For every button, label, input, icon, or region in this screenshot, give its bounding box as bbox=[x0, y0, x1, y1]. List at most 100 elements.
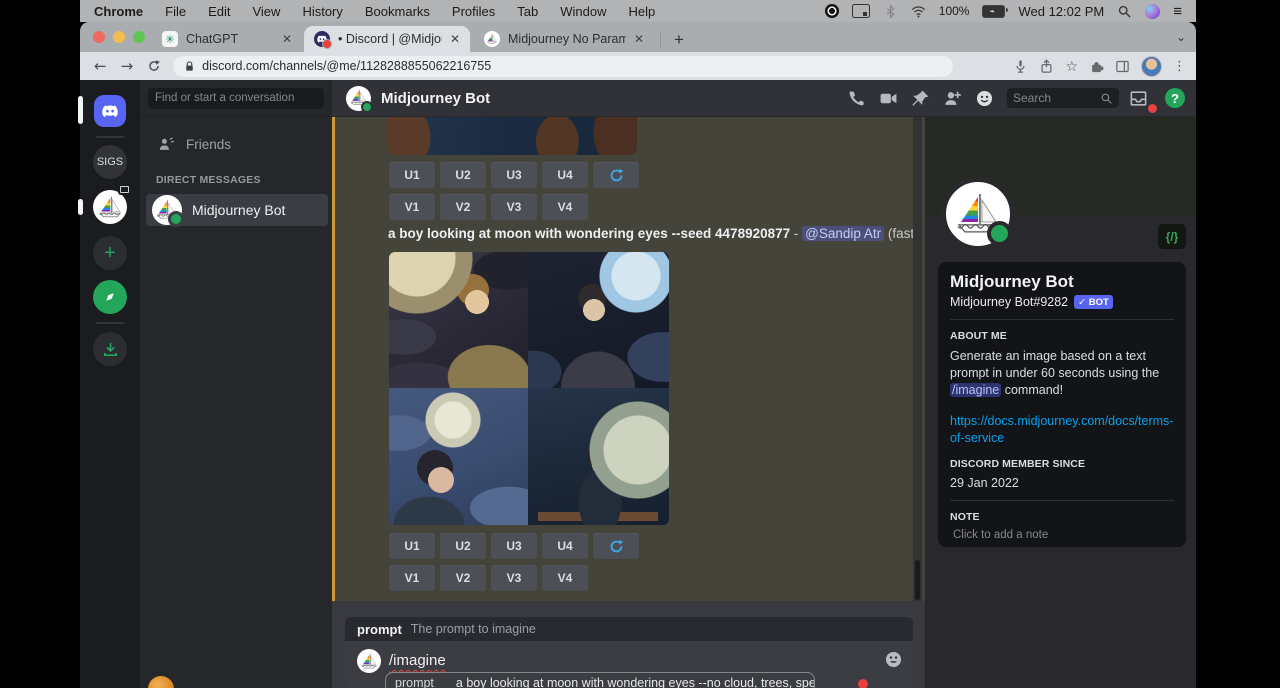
chat-scrollbar-thumb[interactable] bbox=[915, 560, 920, 600]
menu-item-view[interactable]: View bbox=[252, 4, 280, 19]
dm-item-midjourney-bot[interactable]: Midjourney Bot bbox=[146, 194, 328, 226]
generated-image-partial[interactable] bbox=[388, 117, 637, 155]
video-call-button[interactable] bbox=[879, 89, 898, 108]
control-center-icon[interactable]: ≡ bbox=[1173, 4, 1182, 19]
reload-button[interactable] bbox=[147, 59, 161, 73]
upscale-button-u4[interactable]: U4 bbox=[542, 162, 588, 188]
window-zoom-button[interactable] bbox=[133, 31, 145, 43]
rail-midjourney-avatar[interactable] bbox=[93, 190, 127, 224]
note-input[interactable]: Click to add a note bbox=[953, 529, 1174, 541]
tab-chatgpt[interactable]: ✳ ChatGPT ✕ bbox=[152, 26, 302, 52]
upscale-button-u2[interactable]: U2 bbox=[440, 533, 486, 559]
generated-image-grid[interactable] bbox=[389, 252, 669, 525]
variation-button-v1[interactable]: V1 bbox=[389, 194, 435, 220]
rerun-button[interactable] bbox=[593, 162, 639, 188]
tab-close-icon[interactable]: ✕ bbox=[282, 32, 292, 46]
chat-scrollbar-track[interactable] bbox=[913, 117, 922, 601]
menu-item-edit[interactable]: Edit bbox=[208, 4, 230, 19]
window-minimize-button[interactable] bbox=[113, 31, 125, 43]
download-apps-button[interactable] bbox=[93, 332, 127, 366]
supports-commands-badge[interactable]: {/} bbox=[1158, 224, 1186, 249]
forward-button[interactable]: → bbox=[121, 57, 134, 75]
prompt-option-input[interactable]: prompt a boy looking at moon with wonder… bbox=[385, 672, 815, 688]
bluetooth-icon[interactable] bbox=[883, 4, 898, 19]
window-close-button[interactable] bbox=[93, 31, 105, 43]
menu-item-profiles[interactable]: Profiles bbox=[452, 4, 495, 19]
variation-button-v2[interactable]: V2 bbox=[440, 565, 486, 591]
dm-sidebar: Find or start a conversation Friends DIR… bbox=[140, 80, 332, 688]
extensions-puzzle-icon[interactable] bbox=[1089, 59, 1104, 74]
profile-username: Midjourney Bot#9282 bbox=[950, 295, 1068, 309]
conversation-search-input[interactable]: Find or start a conversation bbox=[148, 88, 324, 109]
grid-image-1[interactable] bbox=[389, 252, 528, 388]
plus-icon: + bbox=[104, 242, 116, 265]
back-button[interactable]: ← bbox=[94, 57, 107, 75]
user-profile-toggle-button[interactable] bbox=[975, 89, 994, 108]
grid-image-4[interactable] bbox=[528, 388, 669, 525]
mic-icon[interactable] bbox=[1013, 59, 1028, 74]
imagine-command-chip[interactable]: /imagine bbox=[950, 383, 1001, 397]
variation-button-v1[interactable]: V1 bbox=[389, 565, 435, 591]
grid-image-3[interactable] bbox=[389, 388, 528, 525]
server-icon-sigs[interactable]: SIGS bbox=[93, 145, 127, 179]
variation-button-v4[interactable]: V4 bbox=[542, 194, 588, 220]
terms-of-service-link[interactable]: https://docs.midjourney.com/docs/terms-o… bbox=[950, 413, 1174, 447]
menu-item-bookmarks[interactable]: Bookmarks bbox=[365, 4, 430, 19]
help-button[interactable]: ? bbox=[1165, 88, 1185, 108]
online-status-dot bbox=[987, 221, 1012, 246]
user-mention[interactable]: @Sandip Atr bbox=[802, 226, 884, 241]
user-profile-icon bbox=[975, 89, 994, 108]
dm-unread-pill bbox=[78, 199, 83, 215]
sidebar-item-friends[interactable]: Friends bbox=[148, 130, 324, 158]
rerun-button[interactable] bbox=[593, 533, 639, 559]
tab-close-icon[interactable]: ✕ bbox=[634, 32, 644, 46]
url-field[interactable]: discord.com/channels/@me/112828885506221… bbox=[173, 56, 953, 77]
add-server-button[interactable]: + bbox=[93, 236, 127, 270]
upscale-button-u4[interactable]: U4 bbox=[542, 533, 588, 559]
variation-button-v3[interactable]: V3 bbox=[491, 194, 537, 220]
variation-button-v2[interactable]: V2 bbox=[440, 194, 486, 220]
menu-item-file[interactable]: File bbox=[165, 4, 186, 19]
browser-profile-avatar[interactable] bbox=[1141, 56, 1162, 77]
tab-close-icon[interactable]: ✕ bbox=[450, 32, 460, 46]
header-search-box[interactable]: Search bbox=[1007, 88, 1119, 108]
upscale-button-u3[interactable]: U3 bbox=[491, 162, 537, 188]
voice-call-button[interactable] bbox=[847, 89, 866, 108]
variation-button-v4[interactable]: V4 bbox=[542, 565, 588, 591]
explore-servers-button[interactable] bbox=[93, 280, 127, 314]
menu-item-tab[interactable]: Tab bbox=[517, 4, 538, 19]
upscale-button-u3[interactable]: U3 bbox=[491, 533, 537, 559]
upscale-button-u2[interactable]: U2 bbox=[440, 162, 486, 188]
upscale-button-u1[interactable]: U1 bbox=[389, 162, 435, 188]
screen-record-stop-icon[interactable] bbox=[825, 4, 839, 18]
refresh-icon bbox=[608, 538, 625, 555]
pinned-messages-button[interactable] bbox=[911, 89, 930, 108]
upscale-button-u1[interactable]: U1 bbox=[389, 533, 435, 559]
siri-icon[interactable] bbox=[1145, 4, 1160, 19]
tab-discord-active[interactable]: • Discord | @Midjourney Bot ✕ bbox=[304, 26, 470, 52]
emoji-picker-button[interactable] bbox=[884, 650, 903, 669]
menu-item-help[interactable]: Help bbox=[629, 4, 656, 19]
spotlight-search-icon[interactable] bbox=[1117, 4, 1132, 19]
member-since-value: 29 Jan 2022 bbox=[950, 476, 1174, 490]
share-icon[interactable] bbox=[1039, 59, 1054, 74]
display-icon[interactable] bbox=[852, 4, 870, 18]
add-friends-to-dm-button[interactable] bbox=[943, 89, 962, 108]
bookmark-star-icon[interactable]: ☆ bbox=[1065, 59, 1078, 73]
variation-button-v3[interactable]: V3 bbox=[491, 565, 537, 591]
tab-midjourney-no-parameter[interactable]: Midjourney No Parameter ✕ bbox=[474, 26, 654, 52]
tab-search-chevron-icon[interactable]: ⌄ bbox=[1176, 30, 1186, 44]
wifi-icon[interactable] bbox=[911, 4, 926, 19]
dm-section-header[interactable]: DIRECT MESSAGES bbox=[156, 174, 261, 186]
menu-item-window[interactable]: Window bbox=[560, 4, 606, 19]
new-tab-button[interactable]: + bbox=[674, 30, 684, 50]
menu-app-name[interactable]: Chrome bbox=[94, 4, 143, 19]
grid-image-2[interactable] bbox=[528, 252, 669, 388]
menu-item-history[interactable]: History bbox=[302, 4, 342, 19]
menu-clock[interactable]: Wed 12:02 PM bbox=[1018, 4, 1104, 19]
browser-menu-icon[interactable]: ⋮ bbox=[1173, 58, 1186, 74]
discord-home-button[interactable] bbox=[94, 95, 126, 127]
side-panel-icon[interactable] bbox=[1115, 59, 1130, 74]
inbox-button[interactable] bbox=[1129, 89, 1148, 108]
slash-command-text[interactable]: /imagine bbox=[389, 652, 446, 669]
